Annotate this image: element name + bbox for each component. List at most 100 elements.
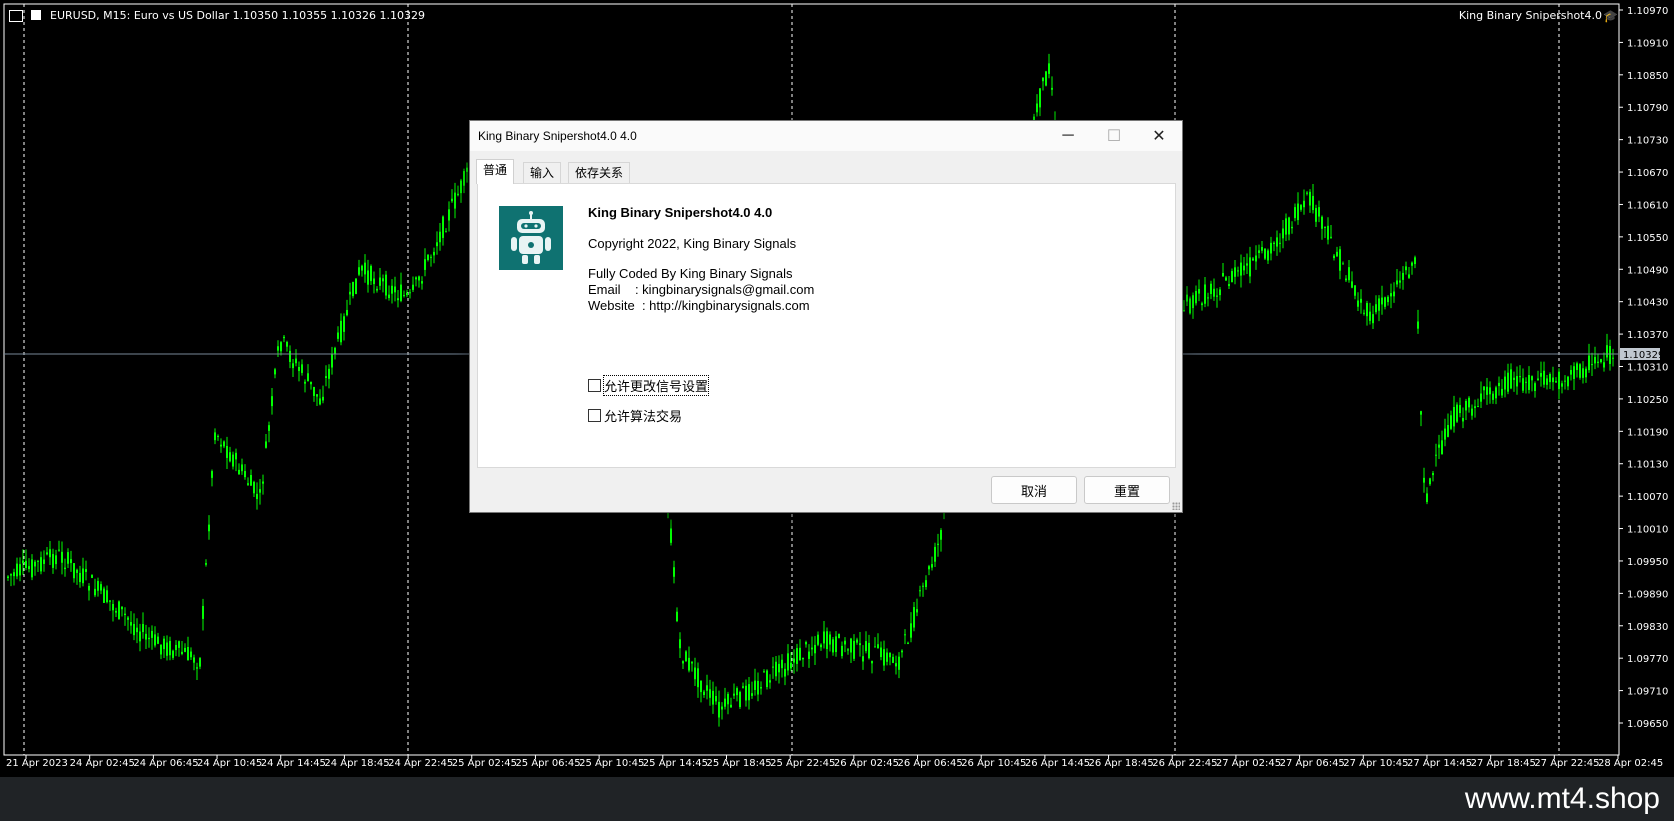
candle-body [1183,310,1185,312]
candle-body [1441,440,1443,455]
candle-body [787,653,789,671]
candle-body [1606,345,1608,358]
close-button[interactable]: ✕ [1136,121,1182,151]
candle-body [280,342,282,352]
candle-body [1507,372,1509,392]
minimize-button[interactable]: ─ [1045,121,1091,151]
watermark: www.mt4.shop [1464,782,1660,815]
candle-body [1543,370,1545,385]
candle-body [826,631,828,650]
candle-body [454,192,456,209]
candle-body [1540,373,1542,377]
candle-body [289,350,291,362]
modify-signals-label[interactable]: 允许更改信号设置 [602,375,710,396]
price-label: 1.10370 [1627,330,1668,341]
candle-body [223,441,225,447]
candle-body [886,652,888,662]
candle-body [406,292,408,296]
algo-trading-checkbox[interactable] [588,409,601,422]
candle-body [358,267,360,275]
candle-body [772,666,774,668]
candle-body [865,641,867,652]
candle-body [100,584,102,591]
candle-body [175,644,177,651]
candle-body [1354,285,1356,296]
candle-body [841,645,843,657]
candle-body [196,667,198,669]
candle-body [1504,376,1506,390]
candle-body [817,634,819,645]
dialog-titlebar[interactable]: King Binary Snipershot4.0 4.0 ─ ☐ ✕ [470,121,1182,151]
candle-body [1576,363,1578,371]
candle-body [1402,272,1404,280]
candle-body [295,358,297,364]
candle-body [784,668,786,677]
candle-body [697,668,699,688]
candle-body [694,667,696,680]
candle-body [1387,296,1389,303]
candle-body [148,637,150,640]
candle-body [463,171,465,186]
price-label: 1.09770 [1627,654,1668,665]
candle-body [1270,242,1272,254]
candle-body [1282,228,1284,239]
candle-body [1423,477,1425,483]
price-label: 1.10910 [1627,38,1668,49]
candle-body [685,651,687,662]
candle-body [151,630,153,638]
candle-body [1588,355,1590,371]
candle-body [808,651,810,659]
algo-trading-label[interactable]: 允许算法交易 [604,406,682,425]
candle-body [838,633,840,639]
candle-body [109,600,111,602]
candle-body [781,659,783,669]
candle-body [271,396,273,407]
candle-body [1048,63,1050,74]
candle-body [40,557,42,572]
candle-body [1237,270,1239,272]
candle-body [1195,290,1197,304]
candle-body [1552,377,1554,383]
tab-dependencies[interactable]: 依存关系 [568,162,631,183]
candle-body [385,274,387,296]
candle-body [1336,251,1338,257]
candle-body [34,561,36,567]
candle-body [106,590,108,603]
candle-body [1465,400,1467,411]
candle-body [217,435,219,437]
price-label: 1.10430 [1627,298,1668,309]
reset-button[interactable]: 重置 [1084,476,1170,504]
candle-body [1372,314,1374,324]
price-label: 1.09650 [1627,719,1668,730]
modify-signals-option[interactable]: 允许更改信号设置 [588,375,710,396]
candle-body [856,639,858,643]
cancel-button[interactable]: 取消 [991,476,1077,504]
resize-grip[interactable] [1172,502,1180,510]
candle-body [229,452,231,462]
candle-body [238,469,240,475]
tab-inputs[interactable]: 输入 [523,162,562,183]
footer-bar [0,777,1674,821]
ea-website[interactable]: Website : http://kingbinarysignals.com [588,298,810,313]
candle-body [1477,406,1479,408]
candle-body [709,689,711,698]
tab-common[interactable]: 普通 [476,159,515,184]
candle-body [7,576,9,579]
algo-trading-option[interactable]: 允许算法交易 [588,406,682,425]
candle-body [730,704,732,708]
expert-advisor-label[interactable]: King Binary Snipershot4.0 [1459,9,1602,22]
candle-body [1405,266,1407,271]
candle-body [1219,289,1221,296]
candle-body [130,622,132,626]
candle-body [1045,71,1047,86]
candle-body [682,661,684,664]
time-label: 26 Apr 22:45 [1152,758,1217,769]
candle-body [901,650,903,653]
candle-body [157,636,159,644]
candle-body [679,639,681,649]
candle-body [1051,87,1053,90]
candle-body [1597,361,1599,363]
maximize-button[interactable]: ☐ [1091,121,1137,151]
candle-body [1204,284,1206,304]
modify-signals-checkbox[interactable] [588,379,601,392]
